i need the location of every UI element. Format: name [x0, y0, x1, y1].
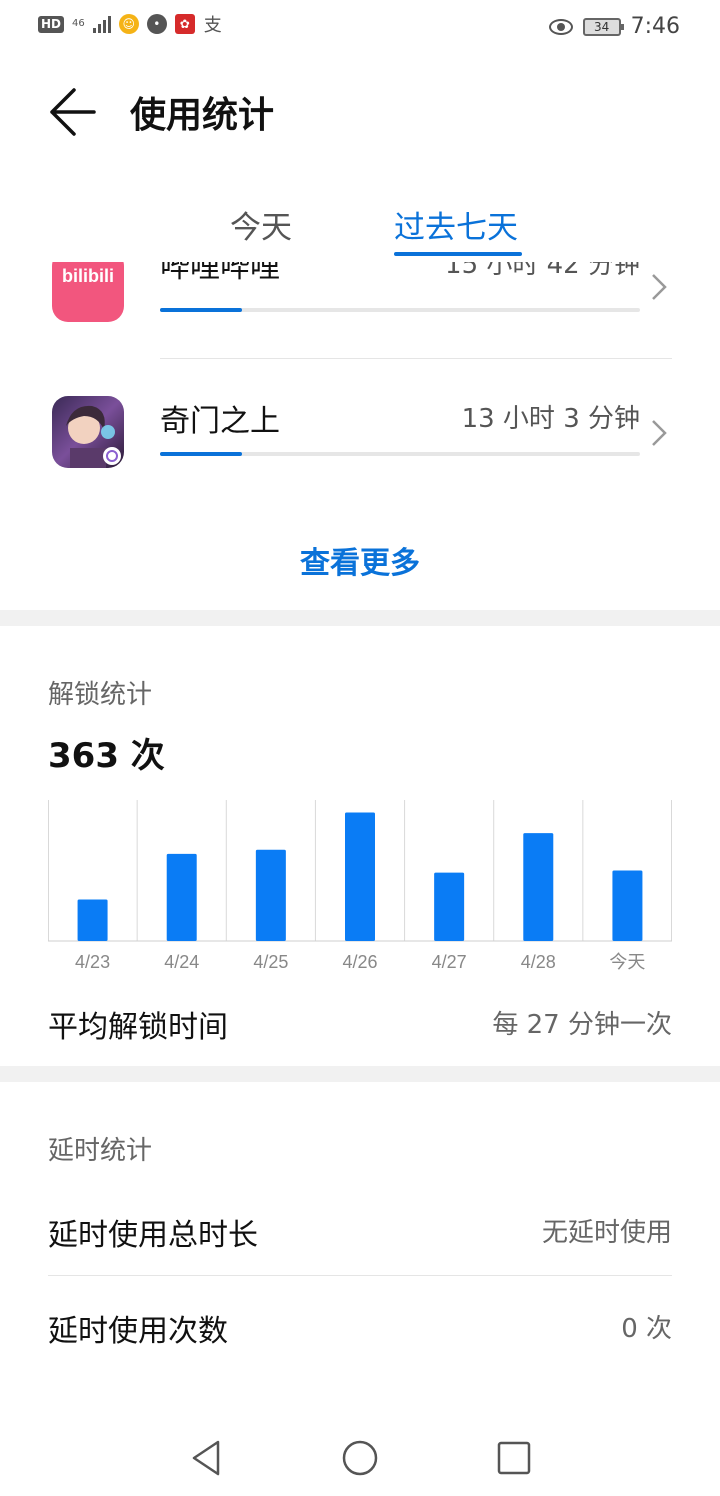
nav-home-icon[interactable] — [340, 1438, 380, 1478]
battery-icon: 34 — [582, 17, 624, 36]
nav-back-icon[interactable] — [186, 1438, 226, 1478]
divider — [160, 358, 672, 359]
section-separator — [0, 1066, 720, 1082]
divider — [48, 1275, 672, 1276]
network-type: 46 — [72, 18, 85, 29]
tab-indicator — [394, 252, 522, 256]
app-name: 哔哩哔哩 — [160, 262, 280, 285]
status-right: 34 7:46 — [548, 14, 680, 39]
system-nav-bar — [0, 1420, 720, 1496]
unlock-total: 363 次 — [48, 736, 165, 776]
bilibili-icon: bilibili — [52, 262, 124, 322]
tab-past-seven-days[interactable]: 过去七天 — [394, 202, 518, 247]
usage-bar — [160, 452, 640, 456]
chart-x-tick-label: 4/27 — [432, 952, 467, 972]
hd-icon: HD — [38, 15, 65, 33]
chart-bar — [345, 812, 375, 941]
avg-unlock-label: 平均解锁时间 — [48, 1010, 228, 1045]
usage-bar-fill — [160, 452, 242, 456]
chart-bar — [166, 853, 197, 941]
chart-x-tick-label: 4/23 — [75, 952, 110, 972]
chart-x-tick-label: 4/25 — [253, 952, 288, 972]
delay-total-label: 延时使用总时长 — [48, 1218, 258, 1253]
avg-unlock-value: 每 27 分钟一次 — [492, 1010, 672, 1040]
status-bar: HD 46 ☺ • ✿ 支 34 7:46 — [0, 0, 720, 56]
delay-count-value: 0 次 — [621, 1314, 672, 1344]
chat-bubble-icon: • — [146, 14, 167, 34]
cartoon-app-icon: ☺ — [118, 14, 139, 34]
chart-bar — [612, 870, 643, 941]
delay-section-label: 延时统计 — [48, 1136, 153, 1166]
delay-count-label: 延时使用次数 — [48, 1314, 228, 1349]
unlock-bar-chart: 4/23 4/24 4/25 4/26 4/27 4/28 今天 — [48, 800, 672, 972]
chart-x-tick-label: 4/26 — [342, 952, 377, 972]
chevron-right-icon — [652, 274, 667, 300]
chevron-right-icon — [652, 420, 667, 446]
nav-recents-icon[interactable] — [494, 1438, 534, 1478]
flower-app-icon: ✿ — [174, 14, 195, 34]
back-arrow-icon[interactable] — [44, 84, 100, 136]
chart-bar — [255, 849, 286, 941]
period-tabs: 今天 过去七天 — [0, 196, 720, 260]
chart-bar — [77, 899, 108, 941]
eye-icon — [548, 18, 573, 35]
app-usage-list: bilibili 哔哩哔哩 15 小时 42 分钟 奇门之上 13 小时 3 分… — [0, 262, 720, 502]
svg-text:bilibili: bilibili — [62, 266, 114, 286]
chart-bar — [434, 872, 465, 941]
app-name: 奇门之上 — [160, 404, 280, 439]
chart-x-tick-label: 今天 — [609, 952, 645, 972]
delay-total-value: 无延时使用 — [541, 1218, 672, 1248]
alipay-icon: 支 — [202, 14, 223, 36]
app-usage-time: 13 小时 3 分钟 — [461, 404, 640, 434]
unlock-section-label: 解锁统计 — [48, 680, 153, 710]
chart-x-tick-label: 4/28 — [521, 952, 556, 972]
app-header: 使用统计 — [0, 80, 720, 140]
chart-x-tick-label: 4/24 — [164, 952, 199, 972]
list-item[interactable]: 奇门之上 13 小时 3 分钟 — [0, 368, 720, 468]
list-item[interactable]: bilibili 哔哩哔哩 15 小时 42 分钟 — [0, 262, 720, 324]
signal-icon — [92, 15, 111, 33]
app-usage-time: 15 小时 42 分钟 — [445, 262, 640, 280]
game-avatar-icon — [52, 396, 124, 468]
page-title: 使用统计 — [130, 95, 275, 136]
status-left: HD 46 ☺ • ✿ 支 — [38, 14, 223, 36]
chart-bar — [523, 833, 554, 941]
clock: 7:46 — [630, 14, 680, 39]
section-separator — [0, 610, 720, 626]
view-more-link[interactable]: 查看更多 — [0, 538, 720, 582]
usage-bar-fill — [160, 308, 242, 312]
tab-today[interactable]: 今天 — [230, 202, 292, 247]
usage-bar — [160, 308, 640, 312]
